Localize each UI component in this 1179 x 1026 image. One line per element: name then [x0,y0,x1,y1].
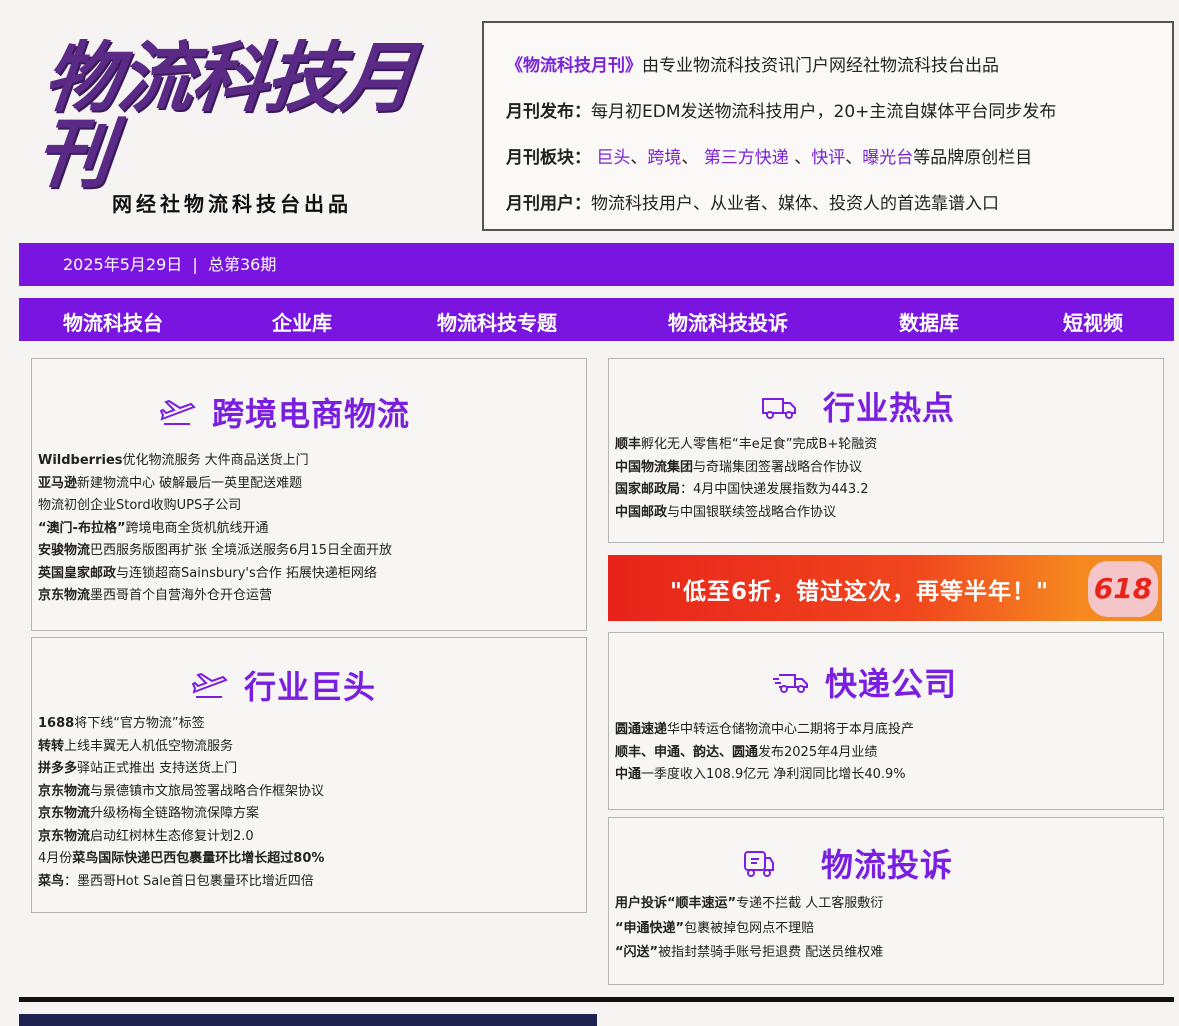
list-item[interactable]: 亚马逊新建物流中心 破解最后一英里配送难题 [38,473,392,496]
nav-item-database[interactable]: 数据库 [899,307,959,336]
panel-hot-header: 行业热点 [761,383,955,429]
intro-box: 《物流科技月刊》由专业物流科技资讯门户网经社物流科技台出品 月刊发布：每月初ED… [482,21,1174,231]
magazine-subtitle: 网经社物流科技台出品 [112,192,352,216]
nav-item-topics[interactable]: 物流科技专题 [437,307,557,336]
panel-complaint-title: 物流投诉 [821,846,954,884]
nav-item-short-video[interactable]: 短视频 [1063,307,1123,336]
masthead: 物流科技月刊 网经社物流科技台出品 [31,33,440,220]
list-item[interactable]: “闪送”被指封禁骑手账号拒退费 配送员维权难 [615,941,883,966]
airplane-icon [160,399,196,425]
list-item[interactable]: Wildberries优化物流服务 大件商品送货上门 [38,450,392,473]
footer-divider [19,997,1174,1002]
issue-date: 2025年5月29日 | 总第36期 [63,255,277,274]
intro-line-3: 月刊板块： 巨头、跨境、 第三方快递 、快评、曝光台等品牌原创栏目 [506,148,1033,168]
list-item[interactable]: 京东物流与景德镇市文旅局签署战略合作框架协议 [38,781,324,804]
panel-crossborder-title: 跨境电商物流 [212,395,411,433]
section-link-review[interactable]: 快评 [811,148,845,168]
list-item[interactable]: “澳门-布拉格”跨境电商全货机航线开通 [38,518,392,541]
intro-line-2: 月刊发布：每月初EDM发送物流科技用户，20+主流自媒体平台同步发布 [506,102,1057,122]
nav-item-complaints[interactable]: 物流科技投诉 [668,307,788,336]
intro-line-4: 月刊用户：物流科技用户、从业者、媒体、投资人的首选靠谱入口 [506,194,999,214]
panel-express-title: 快递公司 [825,665,958,703]
list-item[interactable]: 4月份菜鸟国际快递巴西包裹量环比增长超过80% [38,848,324,871]
list-item[interactable]: “申通快递”包裹被掉包网点不理赔 [615,917,883,942]
section-link-thirdparty[interactable]: 第三方快递 [704,148,789,168]
list-item[interactable]: 1688将下线“官方物流”标签 [38,713,324,736]
list-item[interactable]: 拼多多驿站正式推出 支持送货上门 [38,758,324,781]
panel-giants-header: 行业巨头 [192,662,376,708]
magazine-name-link[interactable]: 《物流科技月刊》 [506,56,642,76]
panel-express-header: 快递公司 [773,659,957,705]
airplane-icon [192,672,228,698]
panel-giants: 行业巨头 1688将下线“官方物流”标签 转转上线丰翼无人机低空物流服务 拼多多… [31,637,587,913]
crossborder-list: Wildberries优化物流服务 大件商品送货上门 亚马逊新建物流中心 破解最… [38,450,392,608]
list-item[interactable]: 转转上线丰翼无人机低空物流服务 [38,736,324,759]
section-link-giants[interactable]: 巨头 [596,148,630,168]
main-nav: 物流科技台 企业库 物流科技专题 物流科技投诉 数据库 短视频 [19,298,1174,341]
panel-crossborder: 跨境电商物流 Wildberries优化物流服务 大件商品送货上门 亚马逊新建物… [31,358,587,631]
footer-bar [19,1014,597,1026]
panel-giants-title: 行业巨头 [244,668,377,706]
list-item[interactable]: 国家邮政局：4月中国快递发展指数为443.2 [615,479,877,502]
list-item[interactable]: 京东物流墨西哥首个自营海外仓开仓运营 [38,585,392,608]
list-item[interactable]: 京东物流升级杨梅全链路物流保障方案 [38,803,324,826]
panel-hot-title: 行业热点 [823,389,956,427]
list-item[interactable]: 用户投诉“顺丰速运”专递不拦截 人工客服敷衍 [615,892,883,917]
section-link-crossborder[interactable]: 跨境 [647,148,681,168]
list-item[interactable]: 圆通速递华中转运仓储物流中心二期将于本月底投产 [615,719,914,742]
delivery-truck-icon [773,674,808,693]
nav-item-logistics-tech[interactable]: 物流科技台 [63,307,163,336]
hot-list: 顺丰孵化无人零售柜“丰e足食”完成B+轮融资 中国物流集团与奇瑞集团签署战略合作… [615,434,877,524]
magazine-title: 物流科技月刊 [31,33,419,198]
intro-line-1: 《物流科技月刊》由专业物流科技资讯门户网经社物流科技台出品 [506,56,999,76]
list-item[interactable]: 中通一季度收入108.9亿元 净利润同比增长40.9% [615,764,914,787]
issue-date-bar: 2025年5月29日 | 总第36期 [19,243,1174,286]
truck-icon [762,398,796,419]
promo-message: "低至6折，错过这次，再等半年！" [670,579,1049,605]
section-link-exposure[interactable]: 曝光台 [862,148,913,168]
list-item[interactable]: 中国物流集团与奇瑞集团签署战略合作协议 [615,457,877,480]
panel-complaint: 物流投诉 用户投诉“顺丰速运”专递不拦截 人工客服敷衍 “申通快递”包裹被掉包网… [608,817,1164,985]
list-item[interactable]: 顺丰、申通、韵达、圆通发布2025年4月业绩 [615,742,914,765]
complaint-truck-icon [744,851,774,877]
complaint-list: 用户投诉“顺丰速运”专递不拦截 人工客服敷衍 “申通快递”包裹被掉包网点不理赔 … [615,892,883,966]
panel-express: 快递公司 圆通速递华中转运仓储物流中心二期将于本月底投产 顺丰、申通、韵达、圆通… [608,632,1164,810]
express-list: 圆通速递华中转运仓储物流中心二期将于本月底投产 顺丰、申通、韵达、圆通发布202… [615,719,914,787]
list-item[interactable]: 菜鸟：墨西哥Hot Sale首日包裹量环比增近四倍 [38,871,324,894]
nav-item-company-db[interactable]: 企业库 [272,307,332,336]
panel-hot: 行业热点 顺丰孵化无人零售柜“丰e足食”完成B+轮融资 中国物流集团与奇瑞集团签… [608,358,1164,543]
list-item[interactable]: 中国邮政与中国银联续签战略合作协议 [615,502,877,525]
promo-badge-618: 618 [1088,561,1158,617]
promo-banner-618[interactable]: "低至6折，错过这次，再等半年！" 618 [608,555,1162,621]
panel-complaint-header: 物流投诉 [739,840,953,886]
list-item[interactable]: 物流初创企业Stord收购UPS子公司 [38,495,392,518]
list-item[interactable]: 安骏物流巴西服务版图再扩张 全境派送服务6月15日全面开放 [38,540,392,563]
panel-crossborder-header: 跨境电商物流 [160,389,410,435]
list-item[interactable]: 顺丰孵化无人零售柜“丰e足食”完成B+轮融资 [615,434,877,457]
list-item[interactable]: 英国皇家邮政与连锁超商Sainsbury's合作 拓展快递柜网络 [38,563,392,586]
list-item[interactable]: 京东物流启动红树林生态修复计划2.0 [38,826,324,849]
giants-list: 1688将下线“官方物流”标签 转转上线丰翼无人机低空物流服务 拼多多驿站正式推… [38,713,324,893]
